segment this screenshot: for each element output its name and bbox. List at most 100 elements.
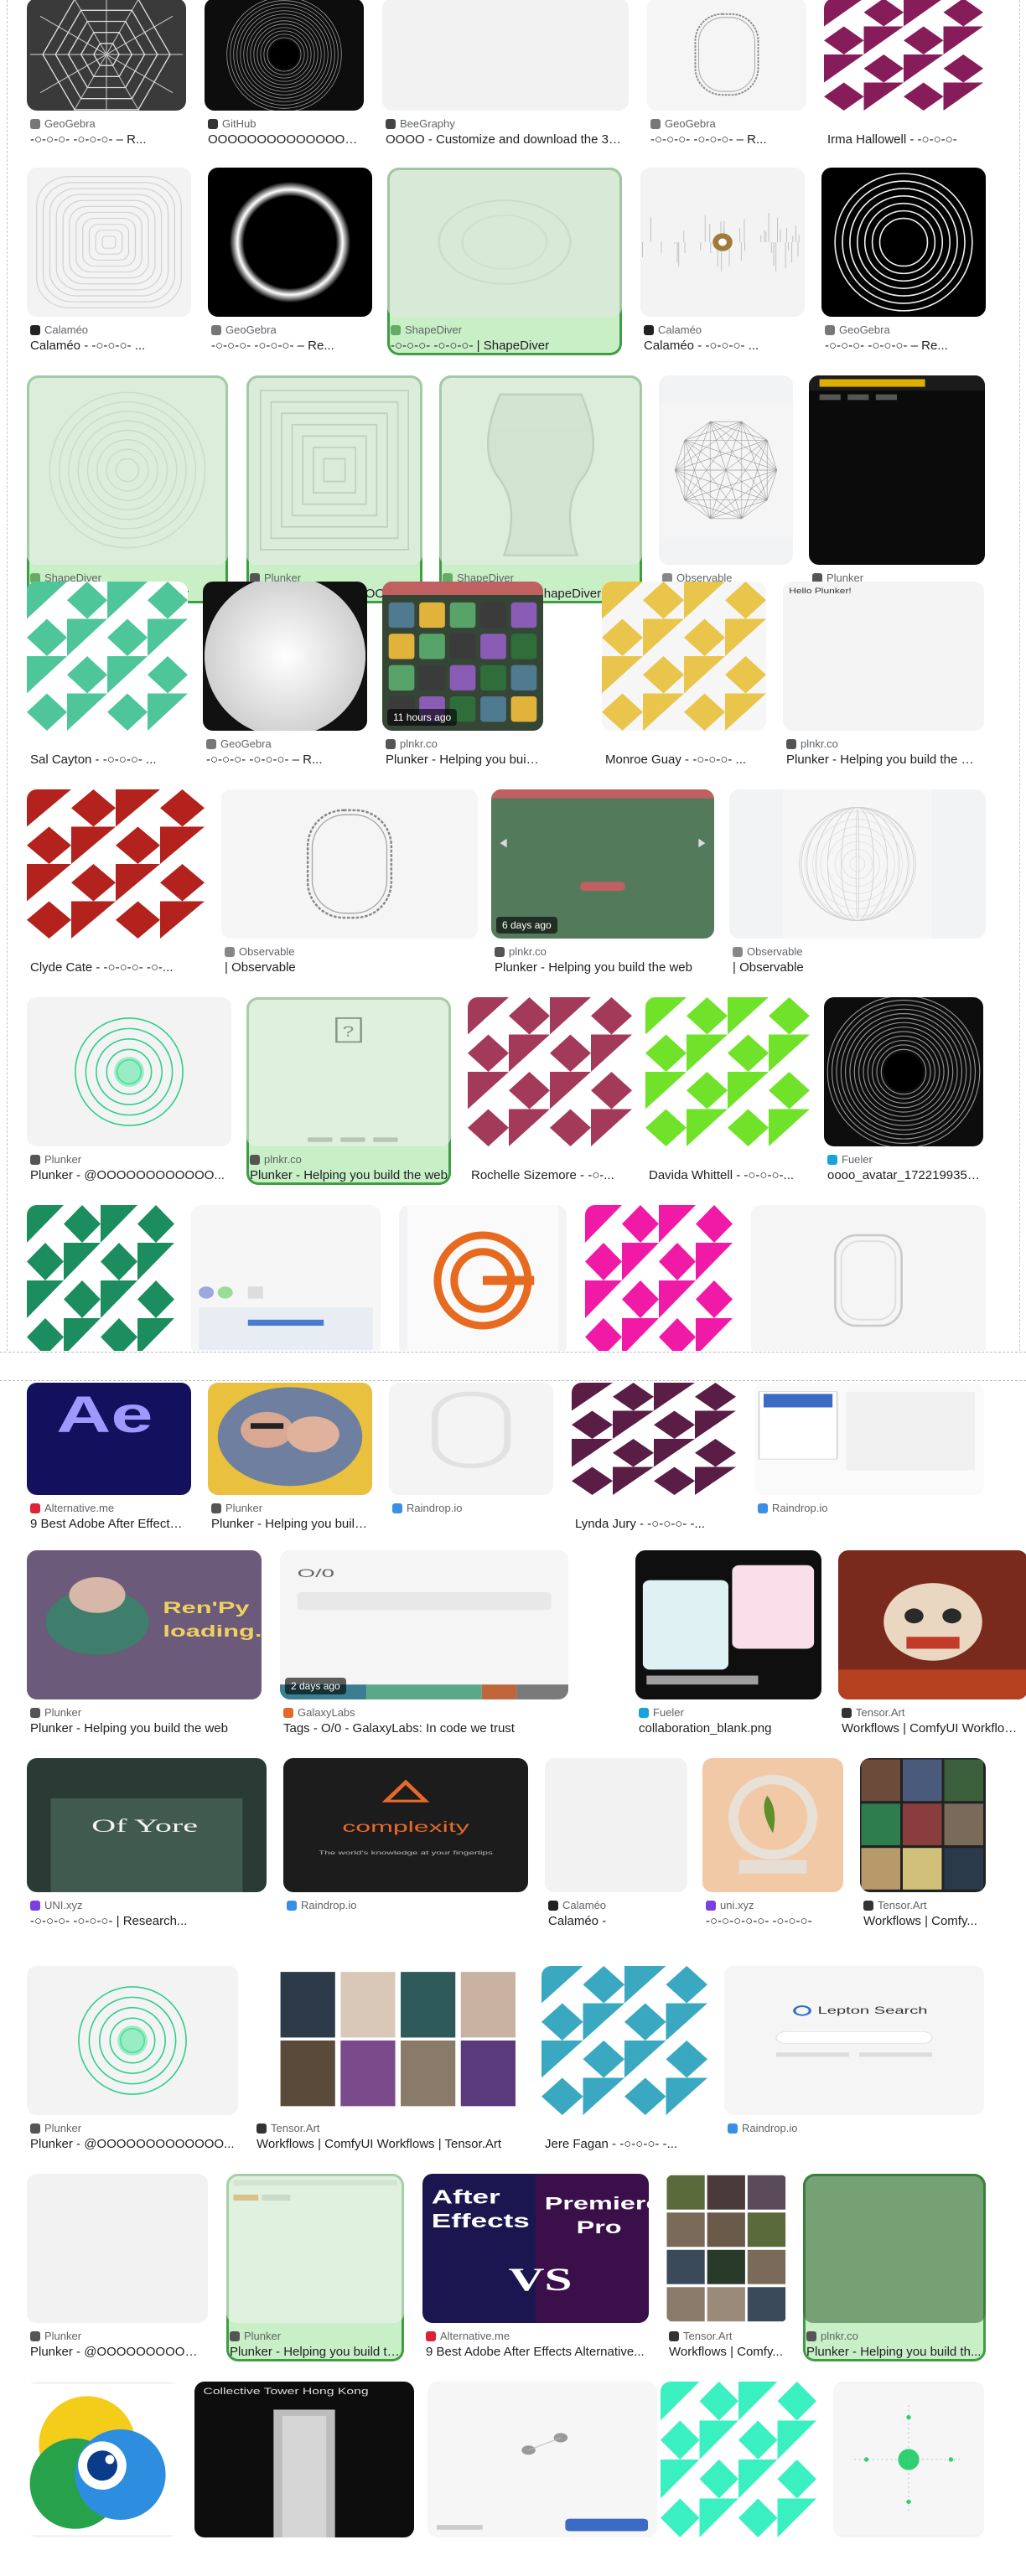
result-title[interactable]: oooo_avatar_1722199355... — [827, 1168, 980, 1182]
result-source[interactable]: plnkr.co — [786, 737, 838, 750]
image-result-tile[interactable] — [27, 2382, 178, 2576]
result-title[interactable]: Plunker - @OOOOOOOOOOOO... — [30, 1168, 228, 1182]
result-title[interactable]: -○-○-○- -○-○-○- | Research... — [30, 1914, 263, 1928]
image-result-tile[interactable] — [833, 2382, 984, 2576]
result-thumbnail[interactable]: Ae — [27, 1383, 191, 1495]
result-title[interactable]: -○-○-○- -○-○-○- – R... — [650, 132, 803, 147]
result-thumbnail[interactable] — [702, 1758, 843, 1892]
result-thumbnail[interactable] — [545, 1758, 687, 1892]
image-result-tile[interactable]: PlunkerPlunker - @OOOOOOOOOO... — [246, 375, 422, 603]
result-source[interactable]: Raindrop.io — [287, 1899, 357, 1911]
image-result-tile[interactable]: Plunker Plunker - Helping you build th... — [226, 2174, 404, 2361]
result-source[interactable]: ShapeDiver — [391, 323, 462, 336]
result-source[interactable]: Plunker — [30, 1153, 81, 1166]
result-source[interactable]: Observable — [225, 945, 294, 958]
result-thumbnail[interactable] — [208, 168, 372, 317]
result-title[interactable]: Calaméo - -○-○-○- ... — [30, 339, 188, 353]
image-result-tile[interactable]: Davida Whittell - -○-○-○-... — [645, 997, 810, 1185]
result-title[interactable]: Workflows | ComfyUI Workflows... — [842, 1721, 1024, 1735]
image-result-tile[interactable]: Plunker Plunker - Helping you build... — [208, 1383, 372, 1534]
result-title[interactable]: Workflows | ComfyUI Workflows | Tensor.A… — [256, 2137, 523, 2151]
result-title[interactable]: Lynda Jury - -○-○-○- -... — [575, 1517, 733, 1531]
result-title[interactable]: Tags - O/0 - GalaxyLabs: In code we trus… — [283, 1721, 565, 1735]
result-source[interactable]: Alternative.me — [30, 1502, 114, 1514]
result-source[interactable]: plnkr.co — [806, 2330, 858, 2342]
result-thumbnail[interactable] — [27, 1205, 174, 1356]
result-thumbnail[interactable] — [659, 375, 793, 565]
image-result-tile[interactable]: Raindrop.io — [754, 1383, 984, 1534]
result-title[interactable]: Sal Cayton - -○-○-○- ... — [30, 753, 184, 767]
result-thumbnail[interactable] — [389, 1383, 553, 1495]
result-title[interactable]: Plunker - @OOOOOOOOOOOO... — [30, 2345, 205, 2359]
result-thumbnail[interactable] — [208, 1383, 372, 1495]
result-thumbnail[interactable] — [860, 1758, 986, 1892]
result-thumbnail[interactable] — [666, 2174, 788, 2323]
image-result-tile[interactable]: GeoGebra -○-○-○- -○-○-○- – Re... — [208, 168, 372, 355]
result-source[interactable]: plnkr.co — [250, 1153, 302, 1166]
image-result-tile[interactable]: GeoGebra -○-○-○- -○-○-○- – R... — [203, 582, 367, 769]
result-thumbnail[interactable] — [253, 1966, 526, 2115]
result-source[interactable]: Calaméo — [548, 1899, 606, 1911]
image-result-tile[interactable]: Observable | Observable — [659, 375, 793, 603]
result-title[interactable]: Plunker - Helping you build th... — [806, 2345, 982, 2359]
result-thumbnail[interactable] — [729, 789, 986, 939]
result-source[interactable]: Calaméo — [644, 323, 702, 336]
result-thumbnail[interactable] — [246, 375, 422, 565]
result-title[interactable]: Jere Fagan - -○-○-○- -... — [545, 2137, 704, 2151]
image-result-tile[interactable]: Ae Alternative.me 9 Best Adobe After Effec… — [27, 1383, 191, 1534]
image-result-tile[interactable]: Calaméo Calaméo - -○-○-○- ... — [640, 168, 805, 355]
result-thumbnail[interactable] — [226, 2174, 404, 2323]
result-title[interactable]: Monroe Guay - -○-○-○- ... — [605, 753, 763, 767]
result-thumbnail[interactable] — [382, 0, 629, 111]
result-thumbnail[interactable] — [387, 168, 622, 317]
result-thumbnail[interactable] — [542, 1966, 707, 2115]
result-thumbnail[interactable] — [824, 997, 983, 1146]
result-thumbnail[interactable] — [203, 582, 367, 731]
image-result-tile[interactable]: Sal Cayton - -○-○-○- ... — [27, 582, 188, 769]
image-result-tile[interactable]: GitHub OOOOOOOOOOOOOOO (... — [205, 0, 364, 149]
result-title[interactable]: -○-○-○- -○-○-○- – Re... — [825, 339, 982, 353]
image-result-tile[interactable]: Fueler oooo_avatar_1722199355... — [824, 997, 983, 1185]
result-thumbnail[interactable] — [205, 0, 364, 111]
result-title[interactable]: Plunker - Helping you build the web — [30, 1721, 258, 1735]
result-title[interactable]: Plunker - Helping you build the web — [386, 753, 540, 767]
result-thumbnail[interactable] — [221, 789, 478, 939]
result-source[interactable]: Plunker — [230, 2330, 281, 2342]
result-title[interactable]: -○-○-○- -○-○-○- – R... — [30, 132, 183, 147]
image-result-tile[interactable] — [661, 2382, 816, 2576]
image-result-tile[interactable]: Ren'Py loading... Plunker Plunker - Helping… — [27, 1550, 262, 1738]
result-thumbnail[interactable] — [838, 1550, 1026, 1699]
result-source[interactable]: Tensor.Art — [669, 2330, 733, 2342]
result-thumbnail[interactable] — [585, 1205, 733, 1356]
result-title[interactable]: 9 Best Adobe After Effects ... — [30, 1517, 188, 1531]
result-thumbnail[interactable]: Hello Plunker! — [783, 582, 984, 731]
result-title[interactable]: -○-○-○- -○-○-○- | ShapeDiver — [391, 339, 619, 353]
result-thumbnail[interactable]: After Effects Premiere Pro VS — [422, 2174, 649, 2323]
result-thumbnail[interactable] — [661, 2382, 816, 2537]
result-thumbnail[interactable] — [27, 997, 231, 1146]
result-thumbnail[interactable] — [27, 0, 186, 111]
result-thumbnail[interactable] — [602, 582, 766, 731]
result-source[interactable]: Calaméo — [30, 323, 88, 336]
image-result-tile[interactable]: uni.xyz -○-○-○-○-○- -○-○-○- — [702, 1758, 843, 1931]
result-title[interactable]: Plunker - Helping you build th... — [230, 2345, 401, 2359]
image-result-tile[interactable]: Collective Tower Hong Kong — [194, 2382, 414, 2576]
image-result-tile[interactable]: AfterEffectsPremiereProVSAlternative.me9… — [422, 2174, 649, 2361]
result-thumbnail[interactable] — [27, 1966, 238, 2115]
result-title[interactable]: OOOO - Customize and download the 3D ... — [386, 132, 625, 147]
image-result-tile[interactable]: Irma Hallowell - -○-○-○- — [824, 0, 983, 149]
image-result-tile[interactable]: Calaméo Calaméo - -○-○-○- ... — [27, 168, 191, 355]
result-source[interactable]: GeoGebra — [30, 117, 96, 130]
result-source[interactable]: UNI.xyz — [30, 1899, 83, 1911]
result-source[interactable]: GeoGebra — [211, 323, 277, 336]
result-source[interactable]: GeoGebra — [650, 117, 716, 130]
result-source[interactable]: Alternative.me — [426, 2330, 510, 2342]
result-title[interactable]: Plunker - Helping you build the web — [250, 1168, 448, 1182]
result-thumbnail[interactable]: ? — [246, 997, 451, 1146]
result-thumbnail[interactable]: Of Yore — [27, 1758, 267, 1892]
result-thumbnail[interactable] — [191, 1205, 381, 1356]
image-result-tile[interactable]: Hello Plunker! plnkr.co Plunker - Helping … — [783, 582, 984, 769]
result-title[interactable]: Clyde Cate - -○-○-○- -○-... — [30, 960, 201, 975]
image-result-tile[interactable]: Tensor.Art Workflows | Comfy... — [666, 2174, 788, 2361]
result-thumbnail[interactable] — [751, 1205, 986, 1356]
